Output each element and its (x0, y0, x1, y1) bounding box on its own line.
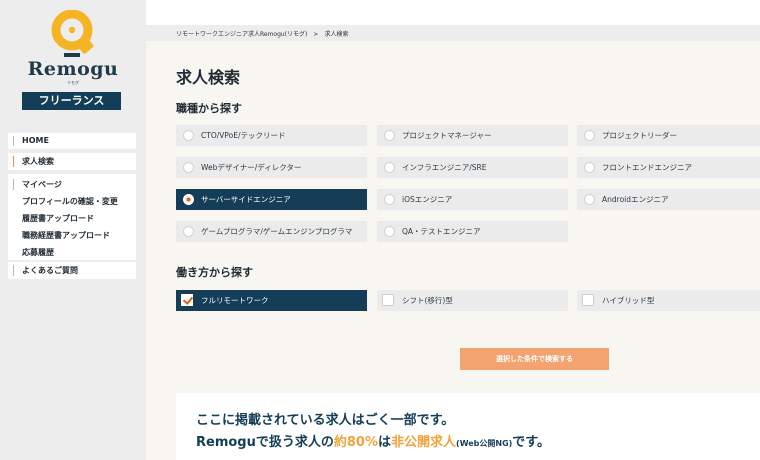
option-label: ハイブリッド型 (602, 296, 655, 305)
nav-resume-upload[interactable]: 履歴書アップロード (8, 210, 136, 227)
nav-group-jobs: 求人検索 (8, 153, 136, 170)
nav-faq[interactable]: よくあるご質問 (8, 262, 136, 279)
option-label: プロジェクトリーダー (602, 131, 677, 140)
option-label: Androidエンジニア (602, 195, 669, 204)
option-label: Webデザイナー/ディレクター (201, 163, 302, 172)
option-label: サーバーサイドエンジニア (201, 195, 291, 204)
job-section-title: 職種から探す (176, 102, 242, 115)
brand-subtitle: リモグ (67, 80, 79, 85)
nav-group-mypage: マイページ プロフィールの確認・変更 履歴書アップロード 職務経歴書アップロード… (8, 174, 136, 260)
nav-group-home: HOME (8, 133, 136, 149)
search-button[interactable]: 選択した条件で検索する (460, 348, 609, 370)
radio-icon (384, 226, 395, 237)
freelance-badge: フリーランス (22, 92, 121, 110)
radio-icon (584, 194, 595, 205)
brand-name: Remogu (27, 58, 119, 80)
option-label: iOSエンジニア (402, 195, 453, 204)
nav-home[interactable]: HOME (8, 133, 136, 149)
job-option-ios[interactable]: iOSエンジニア (377, 189, 568, 210)
radio-icon (584, 130, 595, 141)
nav-cv-upload[interactable]: 職務経歴書アップロード (8, 227, 136, 244)
job-option-frontend[interactable]: フロントエンドエンジニア (577, 157, 760, 178)
radio-selected-icon (183, 194, 194, 205)
notice-line-2: Remoguで扱う求人の約80%は非公開求人(Web公開NG)です。 (196, 431, 550, 450)
breadcrumb-home-link[interactable]: リモートワークエンジニア求人Remogu(リモグ) (176, 31, 307, 38)
breadcrumb: リモートワークエンジニア求人Remogu(リモグ) > 求人検索 (176, 29, 348, 38)
top-bar (146, 0, 760, 25)
breadcrumb-separator: > (313, 31, 319, 38)
job-option-web-designer[interactable]: Webデザイナー/ディレクター (176, 157, 367, 178)
job-option-game[interactable]: ゲームプログラマ/ゲームエンジンプログラマ (176, 221, 367, 242)
option-label: シフト(移行)型 (402, 296, 453, 305)
nav-mypage[interactable]: マイページ (8, 176, 136, 193)
job-option-pm[interactable]: プロジェクトマネージャー (377, 125, 568, 146)
option-label: フルリモートワーク (201, 296, 269, 305)
notice-highlight-private: 非公開求人 (391, 435, 457, 450)
job-option-serverside[interactable]: サーバーサイドエンジニア (176, 189, 367, 210)
radio-icon (183, 130, 194, 141)
notice-text: です。 (512, 435, 550, 450)
job-option-android[interactable]: Androidエンジニア (577, 189, 760, 210)
notice-text: Remoguで扱う求人の (196, 435, 334, 450)
option-label: プロジェクトマネージャー (402, 131, 492, 140)
style-option-full-remote[interactable]: フルリモートワーク (176, 290, 367, 311)
option-label: CTO/VPoE/テックリード (201, 131, 286, 140)
remogu-logo-icon[interactable] (50, 10, 98, 62)
radio-icon (584, 162, 595, 173)
checkbox-icon (382, 294, 394, 306)
page-title: 求人検索 (176, 68, 241, 87)
style-section-title: 働き方から探す (176, 266, 253, 279)
option-label: ゲームプログラマ/ゲームエンジンプログラマ (201, 227, 353, 236)
style-option-shift[interactable]: シフト(移行)型 (377, 290, 568, 311)
radio-icon (384, 130, 395, 141)
radio-icon (384, 162, 395, 173)
radio-icon (384, 194, 395, 205)
notice-text: は (378, 435, 392, 450)
job-option-infra[interactable]: インフラエンジニア/SRE (377, 157, 568, 178)
option-label: フロントエンドエンジニア (602, 163, 692, 172)
option-label: QA・テストエンジニア (402, 227, 481, 236)
notice-highlight-percent: 約80% (333, 435, 378, 450)
notice-line-1: ここに掲載されている求人はごく一部です。 (196, 413, 455, 428)
option-label: インフラエンジニア/SRE (402, 163, 487, 172)
nav-profile[interactable]: プロフィールの確認・変更 (8, 193, 136, 210)
notice-small-text: (Web公開NG) (456, 439, 513, 448)
nav-application-history[interactable]: 応募履歴 (8, 244, 136, 261)
radio-icon (183, 226, 194, 237)
checkbox-icon (582, 294, 594, 306)
job-option-pl[interactable]: プロジェクトリーダー (577, 125, 760, 146)
breadcrumb-current: 求人検索 (324, 31, 349, 38)
sidebar: Remogu リモグ フリーランス HOME 求人検索 マイページ プロフィール… (0, 0, 146, 460)
style-option-hybrid[interactable]: ハイブリッド型 (577, 290, 760, 311)
job-option-qa[interactable]: QA・テストエンジニア (377, 221, 568, 242)
nav-group-faq: よくあるご質問 (8, 262, 136, 279)
checkbox-checked-icon (181, 294, 193, 306)
radio-icon (183, 162, 194, 173)
job-option-cto[interactable]: CTO/VPoE/テックリード (176, 125, 367, 146)
nav-job-search[interactable]: 求人検索 (8, 153, 136, 170)
